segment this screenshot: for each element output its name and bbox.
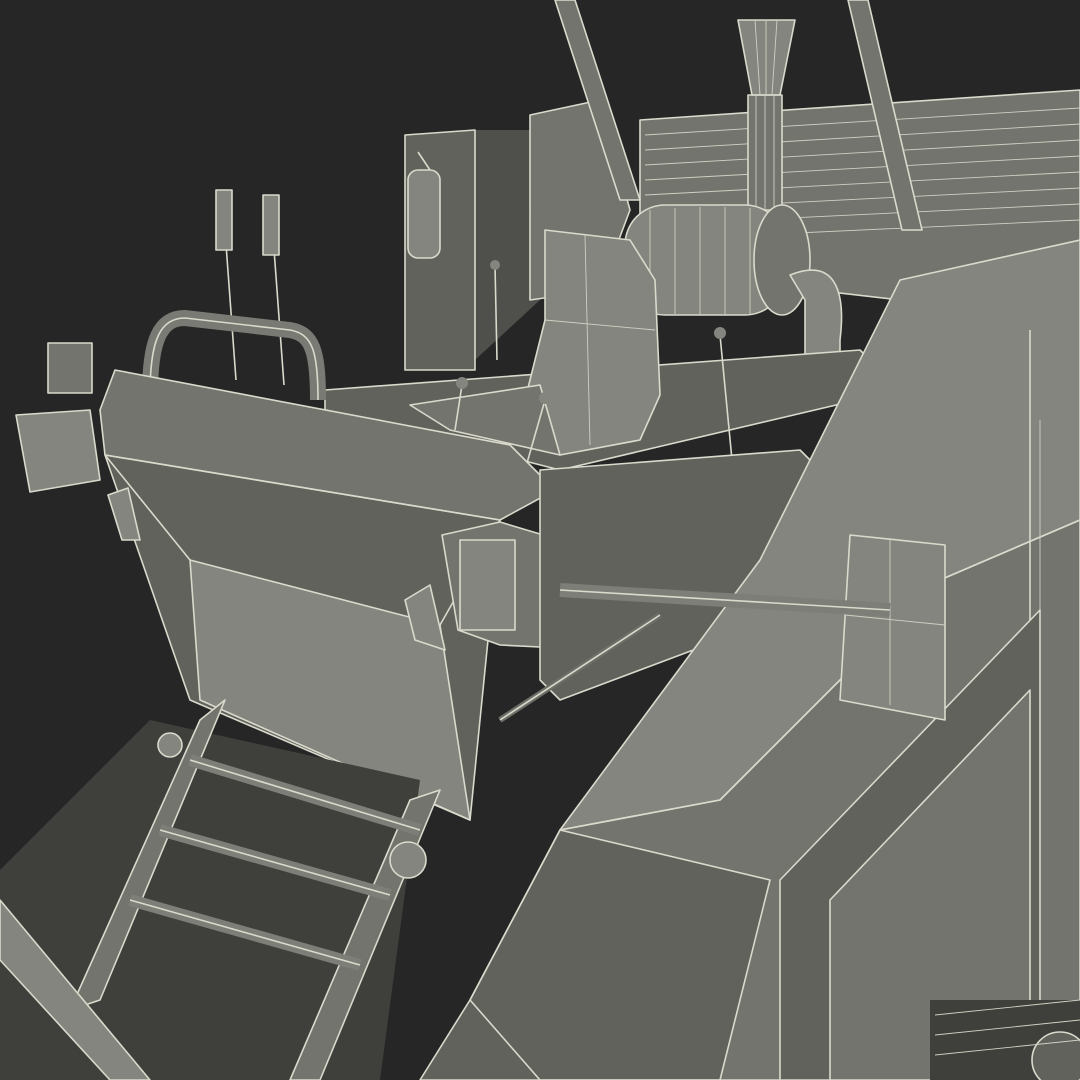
track-wheels bbox=[930, 999, 1080, 1080]
marker-light-bracket bbox=[839, 534, 946, 721]
wireframe-render bbox=[0, 0, 1080, 1080]
